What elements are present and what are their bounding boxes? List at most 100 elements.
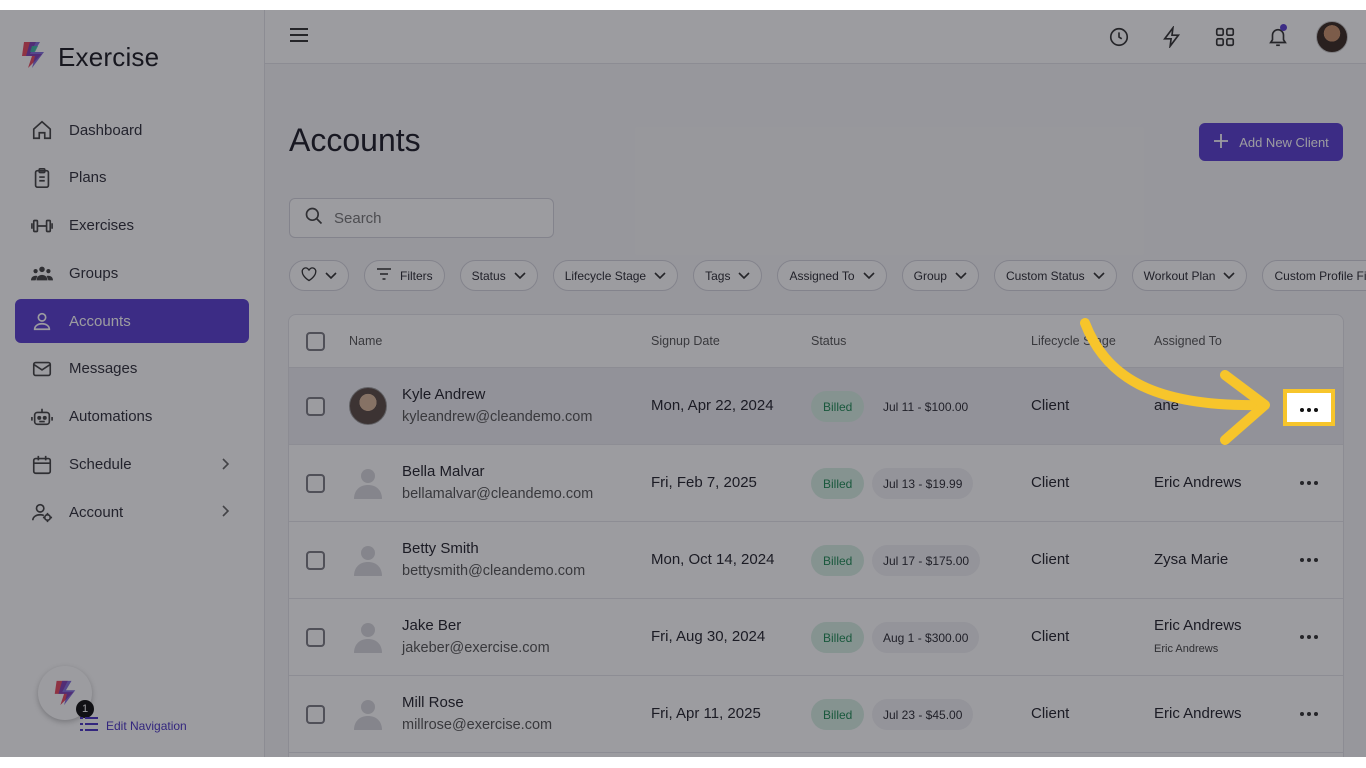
filter-chip-label: Status <box>471 268 506 283</box>
sidebar-item-groups[interactable]: Groups <box>15 251 249 295</box>
row-checkbox[interactable] <box>306 551 325 570</box>
payment-badge: Jul 17 - $175.00 <box>872 545 981 576</box>
assigned-to-secondary: Eric Andrews <box>1154 643 1219 655</box>
client-email: jakeber@exercise.com <box>402 640 550 656</box>
signup-date: Mon, Oct 14, 2024 <box>651 551 775 568</box>
row-checkbox[interactable] <box>306 397 325 416</box>
sidebar-item-label: Dashboard <box>69 121 143 139</box>
sidebar-item-label: Exercises <box>69 217 135 235</box>
payment-badge: Jul 23 - $45.00 <box>872 699 974 730</box>
client-name[interactable]: Mill Rose <box>402 694 464 711</box>
app-name: Exercise <box>58 42 160 72</box>
app-logo[interactable]: Exercise <box>18 40 159 75</box>
mail-icon <box>30 357 54 381</box>
sidebar-item-label: Automations <box>69 408 153 426</box>
lifecycle-stage-filter[interactable]: Lifecycle Stage <box>552 260 679 291</box>
sidebar-item-exercises[interactable]: Exercises <box>15 204 249 248</box>
sidebar-item-schedule[interactable]: Schedule <box>15 443 249 487</box>
chevron-down-icon <box>654 269 666 283</box>
sidebar-item-label: Schedule <box>69 456 132 474</box>
history-icon[interactable] <box>1092 26 1145 48</box>
search-icon <box>304 206 324 231</box>
chevron-right-icon <box>219 457 231 475</box>
default-avatar-icon <box>349 618 387 656</box>
apps-grid-icon[interactable] <box>1198 26 1251 48</box>
more-options-icon[interactable] <box>1290 625 1328 649</box>
filters-button[interactable]: Filters <box>364 260 445 291</box>
sidebar-item-plans[interactable]: Plans <box>15 156 249 200</box>
filter-chip-label: Assigned To <box>789 268 855 283</box>
client-name[interactable]: Jake Ber <box>402 617 461 634</box>
lifecycle-stage: Client <box>1031 628 1070 645</box>
group-filter[interactable]: Group <box>901 260 979 291</box>
workout-plan-filter[interactable]: Workout Plan <box>1131 260 1248 291</box>
row-checkbox[interactable] <box>306 628 325 647</box>
tags-filter[interactable]: Tags <box>693 260 763 291</box>
sidebar-item-label: Groups <box>69 264 119 282</box>
sidebar-item-messages[interactable]: Messages <box>15 347 249 391</box>
more-options-icon[interactable] <box>1290 702 1328 726</box>
row-checkbox[interactable] <box>306 474 325 493</box>
more-options-icon[interactable] <box>1290 471 1328 495</box>
client-name[interactable]: Kyle Andrew <box>402 386 485 403</box>
client-email: bettysmith@cleandemo.com <box>402 563 586 579</box>
signup-date: Mon, Apr 22, 2024 <box>651 397 774 414</box>
table-row[interactable]: Betty Smith bettysmith@cleandemo.com Mon… <box>289 522 1343 599</box>
status-badge: Billed <box>811 699 865 730</box>
custom-profile-field-filter[interactable]: Custom Profile Field <box>1262 260 1366 291</box>
tutorial-arrow-icon <box>1080 318 1270 445</box>
client-name[interactable]: Bella Malvar <box>402 463 485 480</box>
status-badge: Billed <box>811 545 865 576</box>
hamburger-menu-icon[interactable] <box>290 26 310 49</box>
clipboard-icon <box>30 166 54 190</box>
filter-bar: Filters Status Lifecycle Stage Tags Assi… <box>289 260 1366 291</box>
client-name[interactable]: Betty Smith <box>402 540 479 557</box>
heart-icon <box>301 266 317 285</box>
table-row[interactable]: Jake Ber jakeber@exercise.com Fri, Aug 3… <box>289 599 1343 676</box>
column-header-name[interactable]: Name <box>349 334 382 348</box>
calendar-icon <box>30 453 54 477</box>
list-icon <box>80 716 98 735</box>
edit-navigation-label: Edit Navigation <box>106 718 187 733</box>
user-icon <box>30 309 54 333</box>
status-badge: Billed <box>811 622 865 653</box>
column-header-status[interactable]: Status <box>811 334 846 348</box>
search-box <box>289 198 554 238</box>
top-bar-actions <box>1092 21 1348 53</box>
add-new-client-button[interactable]: Add New Client <box>1199 123 1343 161</box>
payment-badge: Aug 1 - $300.00 <box>872 622 980 653</box>
sidebar-item-label: Account <box>69 503 124 521</box>
edit-navigation-link[interactable]: Edit Navigation <box>80 716 187 735</box>
sidebar-item-accounts[interactable]: Accounts <box>15 299 249 344</box>
sidebar-item-automations[interactable]: Automations <box>15 395 249 439</box>
table-row[interactable]: Mill Rose millrose@exercise.com Fri, Apr… <box>289 676 1343 753</box>
app-window: Exercise Dashboard Plans Exercises Group… <box>0 10 1366 757</box>
assigned-to-filter[interactable]: Assigned To <box>777 260 887 291</box>
workspace-switcher[interactable]: 1 <box>38 666 94 720</box>
custom-status-filter[interactable]: Custom Status <box>993 260 1117 291</box>
row-more-options-button[interactable] <box>1283 389 1335 426</box>
more-options-icon[interactable] <box>1290 548 1328 572</box>
notification-dot <box>1280 24 1287 31</box>
bell-icon[interactable] <box>1251 24 1304 48</box>
column-header-signup-date[interactable]: Signup Date <box>651 334 720 348</box>
dumbbell-icon <box>30 214 54 238</box>
sidebar-item-account[interactable]: Account <box>15 490 249 534</box>
select-all-checkbox[interactable] <box>306 332 325 351</box>
search-input[interactable] <box>334 209 534 227</box>
chevron-down-icon <box>1223 269 1236 283</box>
favorites-filter[interactable] <box>289 260 349 291</box>
lifecycle-stage: Client <box>1031 705 1070 722</box>
row-checkbox[interactable] <box>306 705 325 724</box>
user-avatar[interactable] <box>1316 21 1348 53</box>
status-filter[interactable]: Status <box>459 260 538 291</box>
chevron-down-icon <box>1093 269 1105 283</box>
sidebar-item-label: Messages <box>69 360 138 378</box>
sidebar-item-label: Plans <box>69 169 107 187</box>
filter-icon <box>376 268 392 283</box>
sidebar-item-dashboard[interactable]: Dashboard <box>15 108 249 152</box>
lightning-icon[interactable] <box>1145 26 1198 48</box>
lifecycle-stage: Client <box>1031 551 1070 568</box>
signup-date: Fri, Feb 7, 2025 <box>651 474 757 491</box>
filter-chip-label: Group <box>913 268 947 283</box>
